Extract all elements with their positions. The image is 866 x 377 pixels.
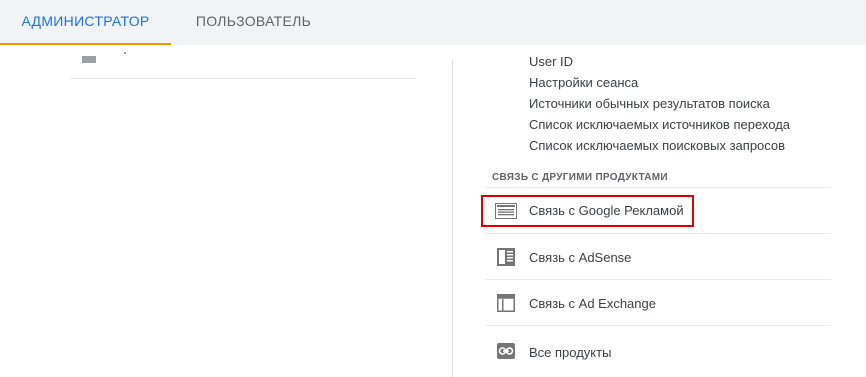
adsense-icon (497, 248, 515, 266)
link-referral-exclusion-list[interactable]: Список исключаемых источников перехода (529, 117, 790, 132)
list-icon (82, 56, 96, 63)
link-search-term-exclusion-list[interactable]: Список исключаемых поисковых запросов (529, 138, 785, 153)
link-ad-exchange-label: Связь с Ad Exchange (529, 296, 656, 311)
separator-dot (124, 52, 126, 54)
account-list-item[interactable] (70, 45, 416, 79)
tab-admin[interactable]: АДМИНИСТРАТОР (0, 0, 171, 45)
tab-user[interactable]: ПОЛЬЗОВАТЕЛЬ (171, 0, 336, 45)
column-divider (452, 60, 453, 377)
link-user-id[interactable]: User ID (529, 54, 573, 69)
google-ads-icon (495, 203, 517, 219)
link-adsense[interactable]: Связь с AdSense (485, 234, 831, 280)
link-ad-exchange[interactable]: Связь с Ad Exchange (485, 280, 831, 326)
link-google-ads-label: Связь с Google Рекламой (529, 203, 684, 218)
ad-exchange-icon (497, 294, 515, 312)
link-google-ads[interactable]: Связь с Google Рекламой (485, 188, 831, 234)
admin-tab-bar: АДМИНИСТРАТОР ПОЛЬЗОВАТЕЛЬ (0, 0, 866, 45)
link-session-settings[interactable]: Настройки сеанса (529, 75, 638, 90)
link-icon (497, 343, 515, 359)
link-all-products-label: Все продукты (529, 345, 612, 360)
link-organic-search-sources[interactable]: Источники обычных результатов поиска (529, 96, 770, 111)
product-linking-section-title: СВЯЗЬ С ДРУГИМИ ПРОДУКТАМИ (492, 172, 668, 183)
link-all-products[interactable]: Все продукты (485, 326, 831, 372)
link-adsense-label: Связь с AdSense (529, 250, 632, 265)
